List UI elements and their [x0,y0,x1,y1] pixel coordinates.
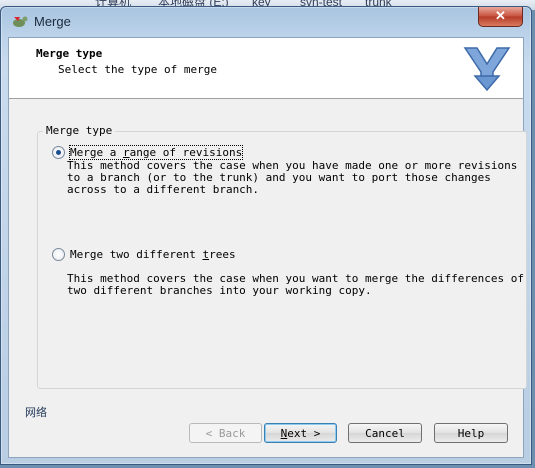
close-icon: ✕ [495,8,506,23]
tortoise-merge-icon [13,16,28,27]
next-button[interactable]: Next > [264,423,337,443]
close-button[interactable]: ✕ [478,7,523,27]
wizard-header: Merge type Select the type of merge [9,38,523,99]
radio-button[interactable] [52,146,65,159]
option-range-of-revisions[interactable]: Merge a range of revisions [52,145,244,160]
page-title: Merge type [36,47,103,60]
window-title: Merge [34,14,71,29]
page-subtitle: Select the type of merge [58,63,217,76]
cancel-button[interactable]: Cancel [348,423,422,443]
title-bar[interactable]: Merge ✕ [1,7,531,35]
back-button[interactable]: < Back [189,423,262,443]
group-legend: Merge type [43,124,116,137]
dialog-client-area: Merge type Select the type of merge Merg… [8,37,527,458]
next-arrow-icon: > [313,427,321,440]
help-button[interactable]: Help [434,423,508,443]
option-description: This method covers the case when you hav… [67,159,518,196]
radio-button[interactable] [52,248,65,261]
option-label[interactable]: Merge a range of revisions [68,145,244,160]
back-arrow-icon: < [205,427,213,440]
merge-arrows-icon [463,47,511,92]
option-two-different-trees[interactable]: Merge two different trees [52,248,236,261]
option-label[interactable]: Merge two different trees [70,248,236,261]
merge-dialog: Merge ✕ Merge type Select the type of me… [0,6,532,465]
option-description: This method covers the case when you wan… [67,272,524,297]
background-network-label: 网络 [25,407,47,419]
